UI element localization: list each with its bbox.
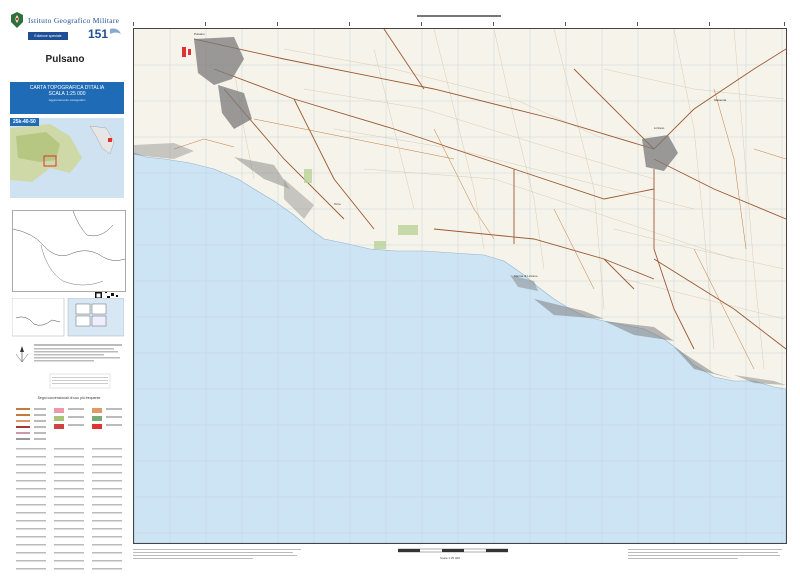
map-canvas[interactable]: Lizzano Pulsano Marina di Lizzano Masser…: [134, 29, 786, 543]
top-title-band: [417, 15, 501, 17]
copyright-notice: [133, 549, 301, 559]
sheet-code: 25k-40-50: [10, 118, 39, 126]
legend-title: Segni convenzionali di uso più frequente: [37, 396, 101, 400]
legend-panel: Segni convenzionali di uso più frequente: [12, 344, 126, 580]
map-sidebar: Istituto Geografico Militare Edizione sp…: [6, 10, 126, 575]
edition-label: Edizione speciale: [28, 32, 68, 40]
location-inset: 25k-40-50: [10, 118, 124, 300]
graticule-ticks: [133, 22, 785, 26]
sheet-notes: [628, 549, 782, 559]
svg-text:Pulsano: Pulsano: [194, 32, 205, 36]
svg-text:151: 151: [88, 27, 108, 41]
scale-bar-label: Scala 1:25 000: [440, 556, 461, 560]
subtitle-text: Aggiornamento cartografico: [48, 98, 86, 102]
anniversary-logo: 151: [88, 27, 121, 41]
republic-emblem-icon: [11, 12, 23, 28]
scale-text: SCALA 1:25 000: [48, 91, 86, 97]
svg-text:Masseria: Masseria: [714, 98, 727, 102]
title-box: CARTA TOPOGRAFICA D'ITALIA SCALA 1:25 00…: [10, 82, 124, 114]
location-inset-map: [10, 118, 124, 198]
sheet-index-map: [12, 210, 126, 292]
legend-graphics: [15, 344, 122, 570]
svg-text:Torre: Torre: [334, 202, 341, 206]
publisher-name: Istituto Geografico Militare: [28, 16, 120, 25]
index-map-drawing: [12, 210, 126, 286]
scale-bar: [398, 548, 508, 553]
small-insets: [11, 297, 125, 338]
topographic-map[interactable]: Lizzano Pulsano Marina di Lizzano Masser…: [133, 28, 787, 544]
top-graticule: [133, 15, 785, 26]
publisher-header: Istituto Geografico Militare Edizione sp…: [6, 10, 124, 50]
sheet-title: Pulsano: [45, 54, 85, 65]
north-arrow-icon: [15, 346, 29, 363]
declination-inset: [11, 297, 125, 337]
svg-text:Lizzano: Lizzano: [654, 126, 665, 130]
svg-text:Marina di Lizzano: Marina di Lizzano: [514, 274, 538, 278]
